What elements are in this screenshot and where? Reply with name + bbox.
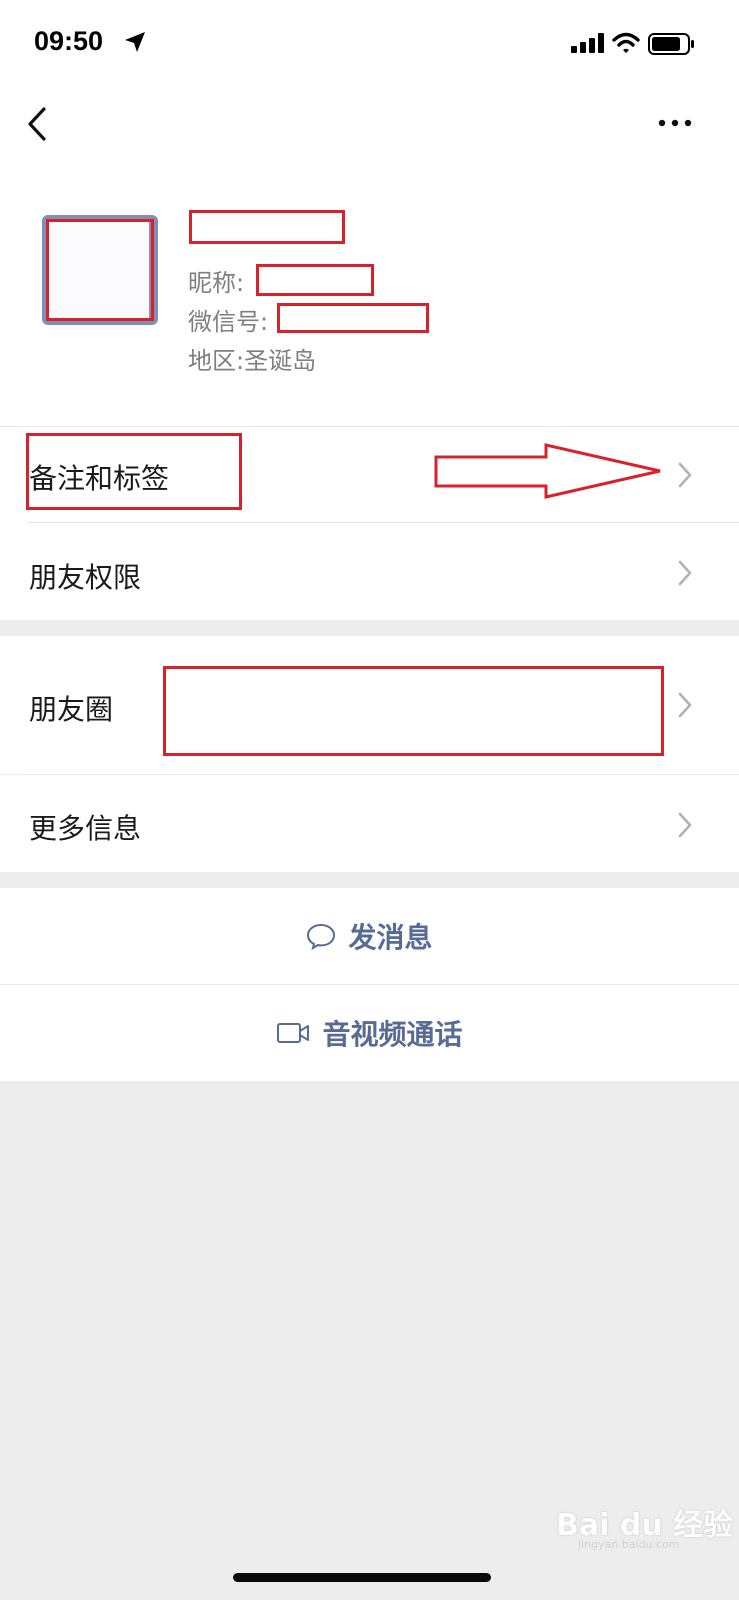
- display-name-redaction-box: [189, 210, 345, 244]
- nickname-label: 昵称:: [188, 269, 245, 297]
- wechat-id-redaction-box: [277, 303, 429, 333]
- moments-label: 朋友圈: [29, 693, 114, 726]
- send-message-label: 发消息: [348, 921, 433, 954]
- region-text: 地区:圣诞岛: [188, 347, 317, 375]
- video-call-label: 音视频通话: [322, 1018, 463, 1051]
- more-info-row[interactable]: 更多信息: [0, 775, 739, 872]
- video-call-button[interactable]: 音视频通话: [0, 985, 739, 1081]
- chevron-right-icon: [678, 692, 692, 718]
- wifi-icon: [612, 32, 640, 53]
- friend-permissions-label: 朋友权限: [29, 561, 142, 594]
- chevron-right-icon: [678, 560, 692, 586]
- section-gap: [0, 872, 739, 888]
- wechat-id-label: 微信号:: [188, 308, 269, 336]
- avatar-redaction-box: [46, 219, 154, 321]
- chat-bubble-icon: [307, 923, 336, 950]
- home-indicator[interactable]: [233, 1573, 491, 1582]
- chevron-right-icon: [678, 812, 692, 838]
- status-bar: 09:50: [0, 0, 739, 90]
- section-gap: [0, 620, 739, 636]
- video-camera-icon: [277, 1023, 310, 1043]
- back-chevron-icon[interactable]: [22, 104, 56, 144]
- status-time: 09:50: [34, 26, 104, 56]
- battery-icon: [648, 33, 694, 55]
- nickname-redaction-box: [256, 264, 374, 296]
- moments-redaction-box: [163, 666, 664, 756]
- remark-tags-highlight-box: [26, 433, 242, 510]
- friend-permissions-row[interactable]: 朋友权限: [0, 523, 739, 620]
- location-arrow-icon: [125, 32, 145, 52]
- send-message-button[interactable]: 发消息: [0, 888, 739, 984]
- cellular-signal-icon: [571, 33, 604, 53]
- pointer-arrow-annotation: [434, 443, 661, 499]
- chevron-right-icon: [678, 462, 692, 488]
- more-options-icon[interactable]: [655, 110, 695, 140]
- watermark-url: jingyan.baidu.com: [578, 1538, 680, 1551]
- more-info-label: 更多信息: [29, 812, 142, 845]
